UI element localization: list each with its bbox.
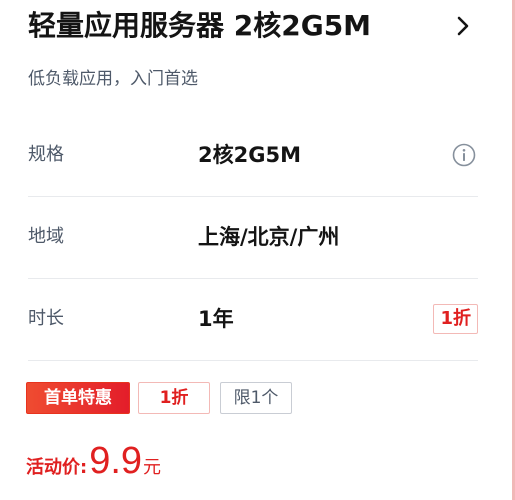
duration-discount-badge: 1折 xyxy=(433,304,478,334)
discount-tag: 1折 xyxy=(138,382,210,414)
chevron-right-icon[interactable] xyxy=(452,14,474,38)
first-order-tag: 首单特惠 xyxy=(26,382,130,414)
price-value: 9.9 xyxy=(89,440,143,482)
region-value: 上海/北京/广州 xyxy=(198,225,340,249)
spec-row-region[interactable]: 地域 上海/北京/广州 xyxy=(28,196,478,279)
spec-row-duration[interactable]: 时长 1年 1折 xyxy=(28,278,478,361)
product-subtitle: 低负载应用，入门首选 xyxy=(28,69,198,89)
spec-label: 规格 xyxy=(28,144,64,165)
spec-value: 2核2G5M xyxy=(198,143,301,167)
product-title[interactable]: 轻量应用服务器 2核2G5M xyxy=(28,6,428,46)
activity-price: 活动价:9.9元 xyxy=(26,440,161,484)
limit-tag: 限1个 xyxy=(220,382,292,414)
info-icon[interactable] xyxy=(452,143,476,167)
region-label: 地域 xyxy=(28,226,64,247)
duration-label: 时长 xyxy=(28,308,64,329)
duration-value: 1年 xyxy=(198,307,234,331)
price-unit: 元 xyxy=(143,457,162,478)
price-label: 活动价: xyxy=(26,457,88,478)
spec-row-spec: 规格 2核2G5M xyxy=(28,114,478,197)
